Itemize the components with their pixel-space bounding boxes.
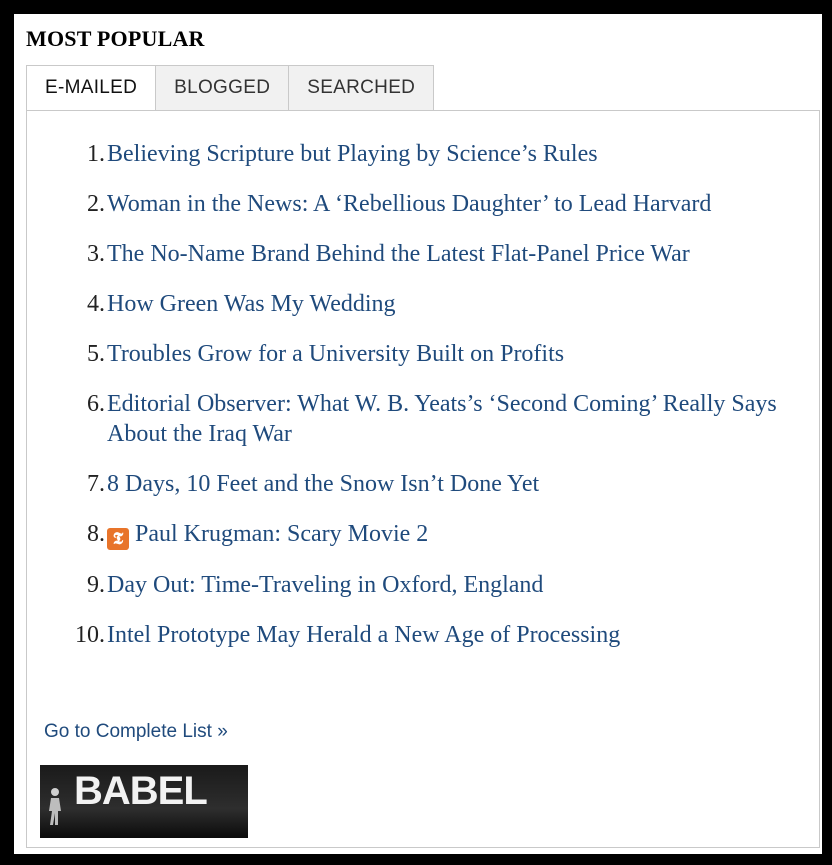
rank-number: 1. [87, 141, 105, 167]
rank-number: 4. [87, 291, 105, 317]
rank-number: 7. [87, 471, 105, 497]
list-item: 8. 𝕿 Paul Krugman: Scary Movie 2 [27, 519, 819, 550]
list-item: 7. 8 Days, 10 Feet and the Snow Isn’t Do… [27, 469, 819, 499]
list-item: 5. Troubles Grow for a University Built … [27, 339, 819, 369]
tab-panel-e-mailed: 1. Believing Scripture but Playing by Sc… [26, 110, 820, 848]
list-item: 4. How Green Was My Wedding [27, 289, 819, 319]
tab-e-mailed[interactable]: E-MAILED [26, 65, 157, 111]
figure-silhouette-icon [49, 788, 61, 825]
rank-number: 5. [87, 341, 105, 367]
rank-number: 8. [87, 521, 105, 547]
list-item: 3. The No-Name Brand Behind the Latest F… [27, 239, 819, 269]
tab-blogged[interactable]: BLOGGED [156, 65, 290, 111]
tab-searched[interactable]: SEARCHED [289, 65, 435, 111]
rank-number: 9. [87, 572, 105, 598]
rank-number: 3. [87, 241, 105, 267]
section-title: MOST POPULAR [26, 26, 205, 51]
article-list: 1. Believing Scripture but Playing by Sc… [27, 139, 819, 670]
article-link[interactable]: Editorial Observer: What W. B. Yeats’s ‘… [107, 391, 777, 447]
list-item: 6. Editorial Observer: What W. B. Yeats’… [27, 389, 819, 449]
list-item: 9. Day Out: Time-Traveling in Oxford, En… [27, 570, 819, 600]
list-item: 2. Woman in the News: A ‘Rebellious Daug… [27, 189, 819, 219]
most-popular-module: MOST POPULAR E-MAILED BLOGGED SEARCHED 1… [14, 14, 822, 854]
rank-number: 2. [87, 191, 105, 217]
article-link[interactable]: Intel Prototype May Herald a New Age of … [107, 622, 620, 648]
article-link[interactable]: 8 Days, 10 Feet and the Snow Isn’t Done … [107, 471, 539, 497]
list-item: 10. Intel Prototype May Herald a New Age… [27, 620, 819, 650]
babel-logo-text: BABEL [74, 769, 208, 813]
article-link[interactable]: How Green Was My Wedding [107, 291, 396, 317]
article-link[interactable]: Troubles Grow for a University Built on … [107, 341, 564, 367]
complete-list-link[interactable]: Go to Complete List » [44, 721, 228, 743]
rank-number: 6. [87, 391, 105, 417]
article-link[interactable]: The No-Name Brand Behind the Latest Flat… [107, 241, 690, 267]
rank-number: 10. [75, 622, 105, 648]
article-link[interactable]: Woman in the News: A ‘Rebellious Daughte… [107, 191, 711, 217]
tab-bar: E-MAILED BLOGGED SEARCHED [26, 65, 435, 111]
article-link[interactable]: Day Out: Time-Traveling in Oxford, Engla… [107, 572, 543, 598]
list-item: 1. Believing Scripture but Playing by Sc… [27, 139, 819, 169]
article-link[interactable]: Paul Krugman: Scary Movie 2 [135, 521, 428, 547]
times-select-icon: 𝕿 [107, 528, 129, 550]
article-link[interactable]: Believing Scripture but Playing by Scien… [107, 141, 598, 167]
babel-promo-banner[interactable]: BABEL [40, 765, 248, 838]
